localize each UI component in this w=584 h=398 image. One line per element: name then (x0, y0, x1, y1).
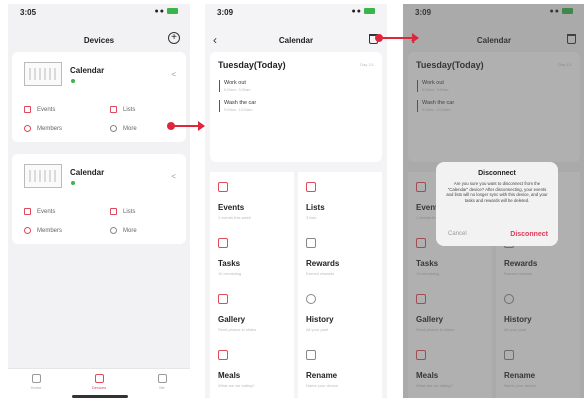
person-icon (157, 374, 167, 383)
device-name: Calendar (70, 168, 105, 177)
device-card[interactable]: Calendar < Events Lists Members More (12, 154, 186, 244)
list-item[interactable]: Wash the car 9:00am - 10:00am (219, 100, 256, 112)
device-name: Calendar (70, 66, 105, 75)
device-card[interactable]: Calendar < Events Lists Members More (12, 52, 186, 142)
arrow-dot (167, 122, 175, 130)
wifi-icon: ●● (352, 8, 375, 15)
list-icon (110, 106, 117, 113)
events-button[interactable]: Events (24, 208, 55, 215)
flow-arrow (167, 121, 205, 131)
tile-rename[interactable]: Rename Name your device (298, 340, 382, 398)
disconnect-button[interactable]: Disconnect (510, 231, 548, 238)
more-button[interactable]: More (110, 125, 137, 132)
status-time: 3:05 (20, 8, 37, 17)
more-icon (110, 125, 117, 132)
disconnect-dialog: Disconnect Are you sure you want to disc… (436, 162, 558, 246)
tab-bar: Home Devices Me (8, 368, 190, 398)
online-indicator (71, 181, 75, 185)
nav-bar: Devices + (8, 26, 190, 52)
list-item[interactable]: Work out 8:00am - 9:00am (219, 80, 250, 92)
share-icon[interactable]: < (171, 70, 176, 79)
status-bar: 3:05 ●● (8, 4, 190, 24)
tile-tasks[interactable]: Tasks 10 remaining (210, 228, 294, 288)
add-device-icon[interactable]: + (168, 32, 180, 44)
person-icon (24, 227, 31, 234)
battery-icon (364, 8, 375, 15)
tile-meals[interactable]: Meals What are we eating? (210, 340, 294, 398)
events-button[interactable]: Events (24, 106, 55, 113)
devices-screen: 3:05 ●● Devices + Calendar < Events List… (8, 4, 190, 398)
device-thumbnail (24, 164, 62, 188)
members-button[interactable]: Members (24, 125, 62, 132)
clock-icon (306, 294, 316, 304)
tile-lists[interactable]: Lists 3 lists (298, 172, 382, 232)
home-icon (31, 374, 41, 383)
calendar-icon (24, 106, 31, 113)
image-icon (218, 294, 228, 304)
dialog-title: Disconnect (478, 170, 516, 177)
tile-rewards[interactable]: Rewards Earned rewards (298, 228, 382, 288)
edit-icon (306, 350, 316, 360)
tile-gallery[interactable]: Gallery Send photos to slides (210, 284, 294, 344)
page-title: Devices (83, 36, 115, 45)
online-indicator (71, 79, 75, 83)
list-icon (110, 208, 117, 215)
cancel-button[interactable]: Cancel (448, 231, 467, 237)
status-time: 3:09 (217, 8, 234, 17)
arrow-head (412, 33, 419, 43)
device-thumbnail (24, 62, 62, 86)
calendar-icon (24, 208, 31, 215)
more-icon (110, 227, 117, 234)
disconnect-screen: 3:09 ●● ‹ Calendar Tuesday(Today) Day 1/… (403, 4, 584, 398)
trophy-icon (306, 238, 316, 248)
checklist-icon (218, 238, 228, 248)
tab-devices[interactable]: Devices (79, 374, 119, 390)
share-icon[interactable]: < (171, 172, 176, 181)
devices-icon (94, 374, 104, 383)
arrow-dot (375, 34, 383, 42)
tile-history[interactable]: History All your past (298, 284, 382, 344)
calendar-screen: 3:09 ●● ‹ Calendar Tuesday(Today) Day 1/… (205, 4, 387, 398)
nav-bar: ‹ Calendar (205, 26, 387, 52)
list-icon (306, 182, 316, 192)
page-title: Calendar (278, 36, 314, 45)
status-bar: 3:09 ●● (205, 4, 387, 24)
stage: 3:05 ●● Devices + Calendar < Events List… (0, 0, 584, 398)
tab-home[interactable]: Home (16, 374, 56, 390)
flow-arrow (375, 33, 419, 43)
utensils-icon (218, 350, 228, 360)
lists-button[interactable]: Lists (110, 208, 135, 215)
calendar-icon (218, 182, 228, 192)
person-icon (24, 125, 31, 132)
today-card[interactable]: Tuesday(Today) Day 1/1 Work out 8:00am -… (210, 52, 382, 162)
arrow-head (198, 121, 205, 131)
tab-me[interactable]: Me (142, 374, 182, 390)
more-button[interactable]: More (110, 227, 137, 234)
tile-events[interactable]: Events 1 events this week (210, 172, 294, 232)
day-counter: Day 1/1 (360, 62, 374, 67)
wifi-icon: ●● (155, 8, 178, 15)
today-title: Tuesday(Today) (218, 60, 286, 70)
battery-icon (167, 8, 178, 15)
members-button[interactable]: Members (24, 227, 62, 234)
lists-button[interactable]: Lists (110, 106, 135, 113)
dialog-message: Are you sure you want to disconnect from… (446, 181, 548, 203)
